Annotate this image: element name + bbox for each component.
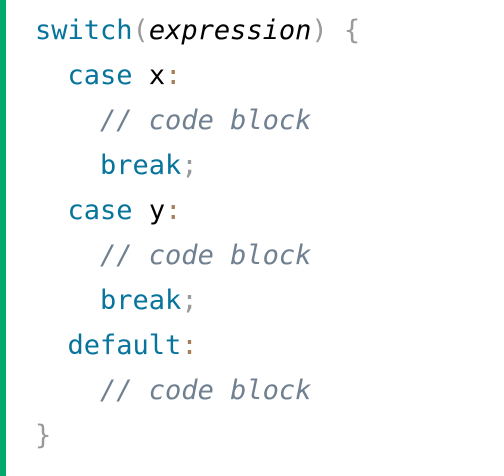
keyword-case: case [67,60,133,91]
semicolon: ; [181,285,198,316]
close-paren: ) [311,15,328,46]
keyword-default: default [67,330,182,361]
code-line: // code block [35,98,360,143]
code-line: // code block [35,368,360,413]
code-line: break; [35,278,360,323]
code-comment: // code block [100,240,312,271]
close-brace: } [35,420,52,451]
code-line: } [35,413,360,458]
code-line: case x: [35,53,360,98]
accent-bar [0,0,6,476]
keyword-switch: switch [35,15,133,46]
keyword-case: case [67,195,133,226]
open-brace: { [343,15,361,46]
code-comment: // code block [100,375,312,406]
code-example-panel: switch(expression) { case x: // code blo… [0,0,504,476]
code-line: case y: [35,188,360,233]
expression-text: expression [148,15,312,46]
open-paren: ( [132,15,149,46]
code-comment: // code block [100,105,312,136]
code-block: switch(expression) { case x: // code blo… [35,8,360,458]
case-value: y [148,195,166,226]
colon: : [181,330,198,361]
code-line: // code block [35,233,360,278]
code-line: default: [35,323,360,368]
semicolon: ; [181,150,198,181]
code-line: switch(expression) { [35,8,360,53]
code-line: break; [35,143,360,188]
colon: : [165,195,182,226]
colon: : [165,60,182,91]
keyword-break: break [100,285,182,316]
keyword-break: break [100,150,182,181]
case-value: x [148,60,166,91]
